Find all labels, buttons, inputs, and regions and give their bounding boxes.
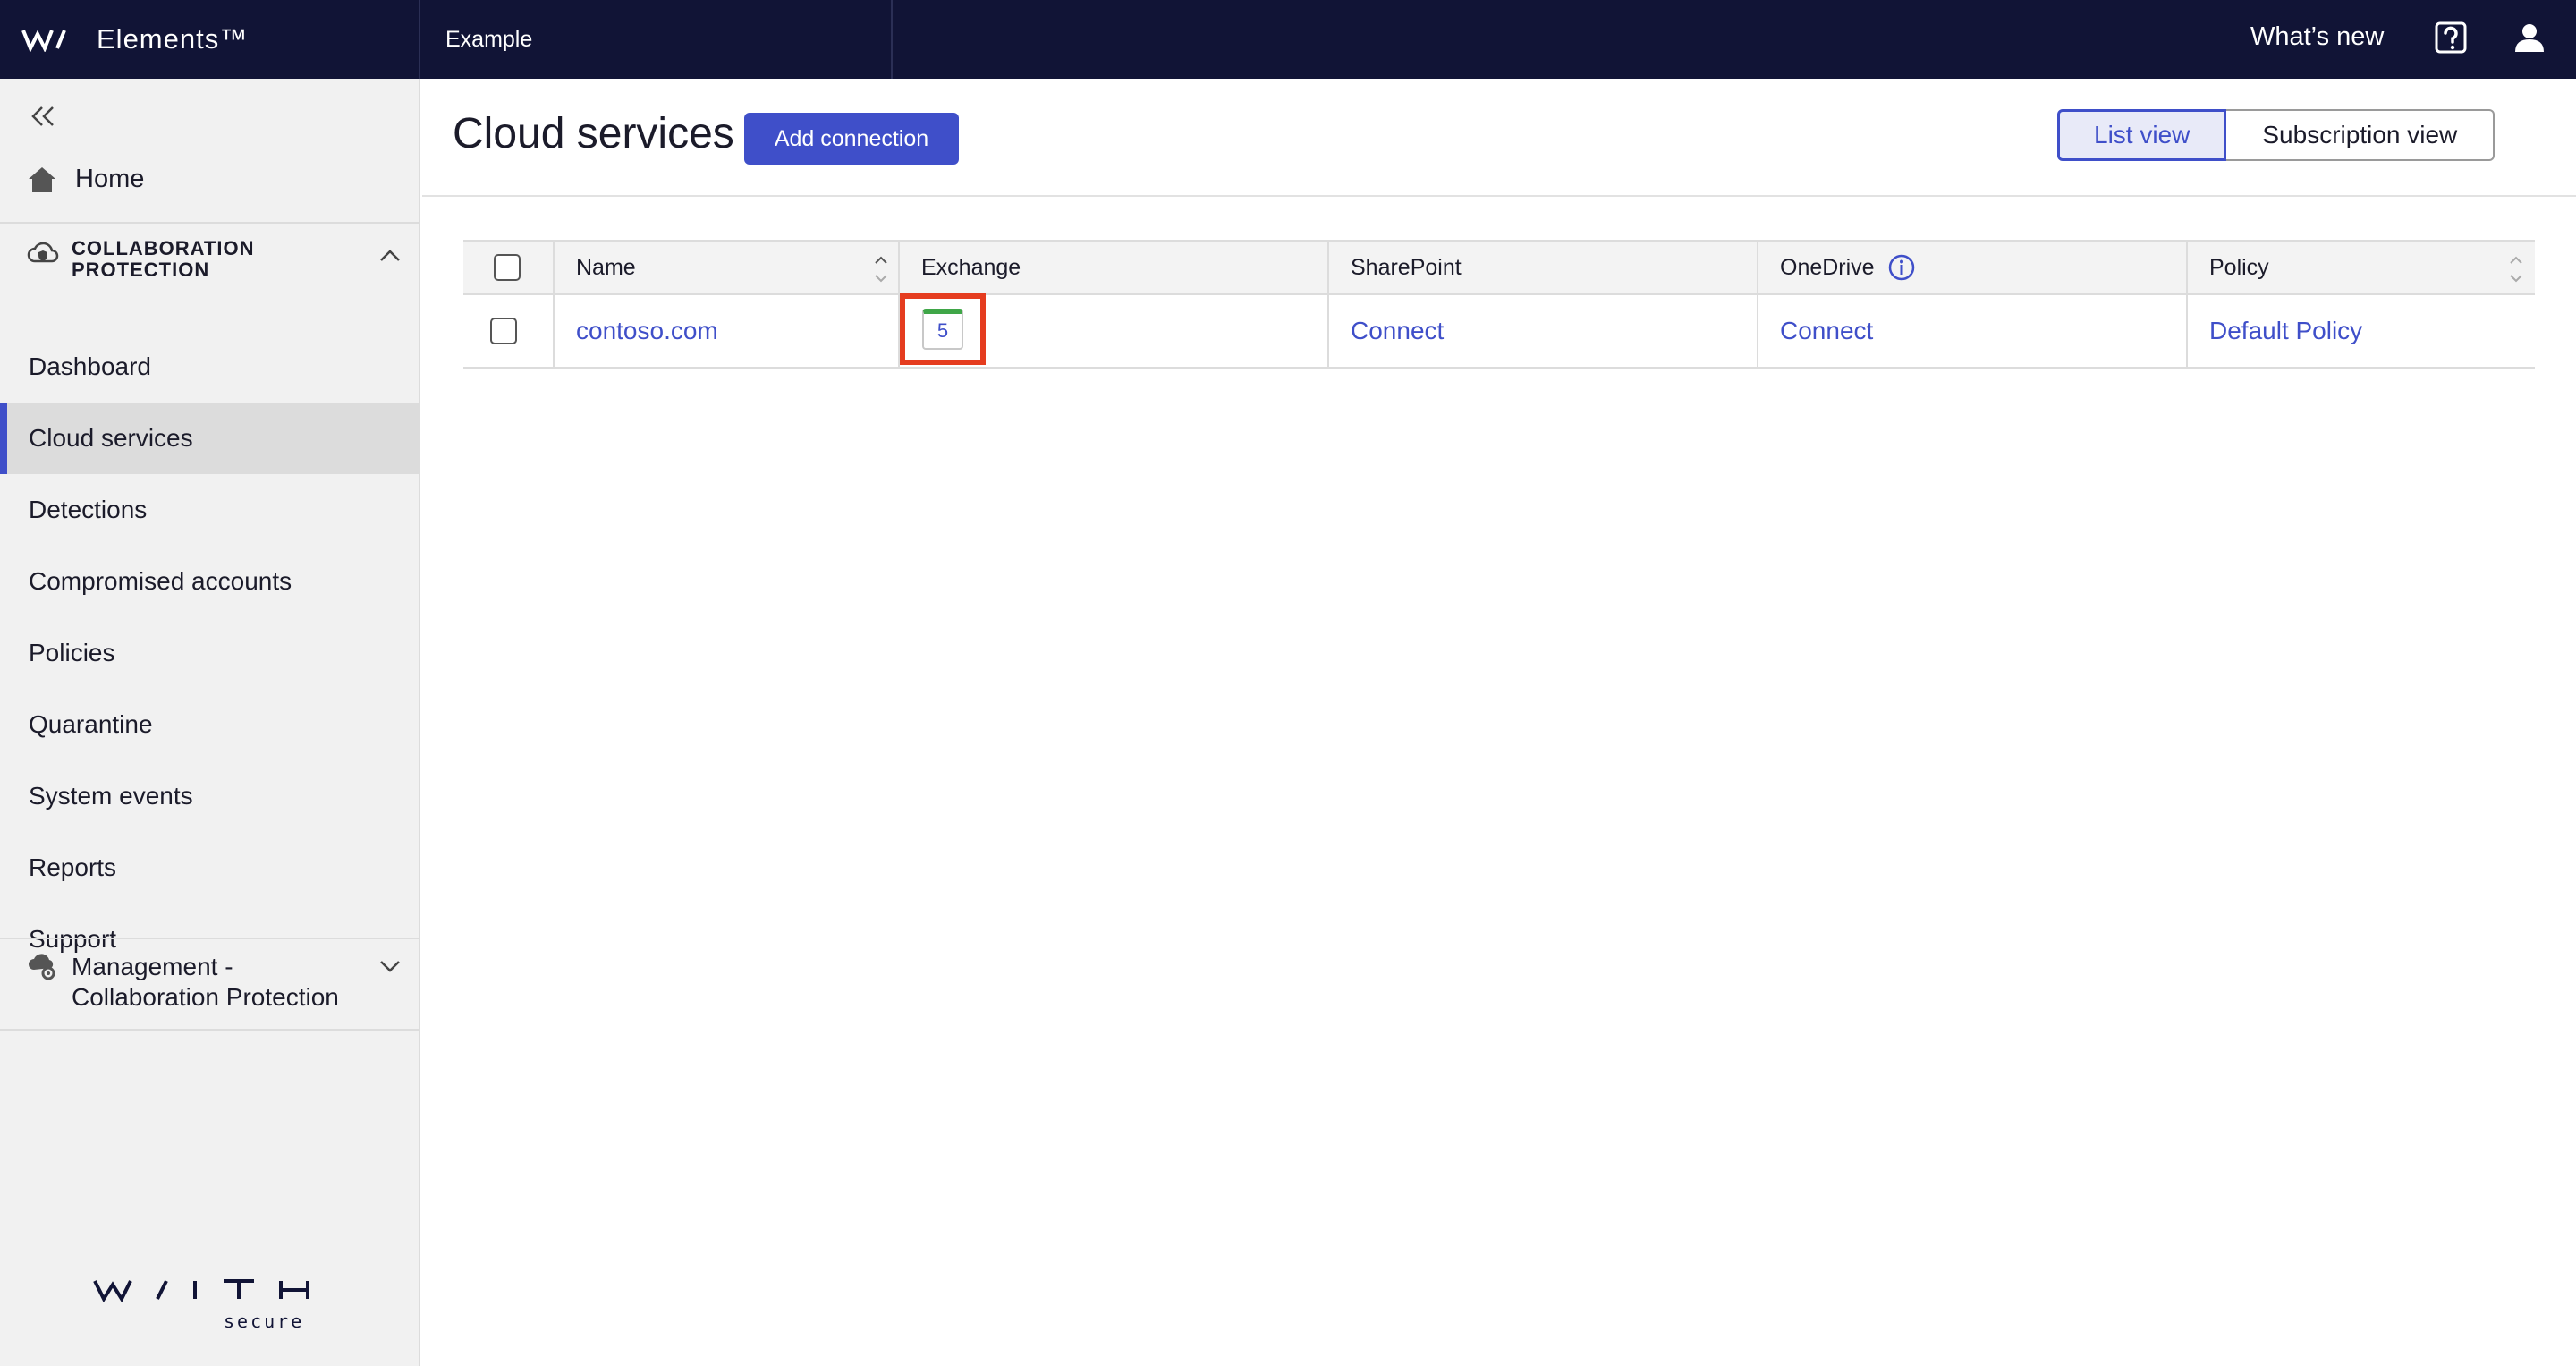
topbar-divider bbox=[891, 0, 893, 79]
sidebar-item-dashboard[interactable]: Dashboard bbox=[0, 331, 419, 403]
sidebar-item-cloud-services[interactable]: Cloud services bbox=[0, 403, 419, 474]
header-onedrive: OneDrive bbox=[1757, 242, 2188, 293]
top-bar: Elements™ Example What’s new bbox=[0, 0, 2576, 79]
chevron-up-icon[interactable] bbox=[377, 243, 402, 268]
info-icon[interactable] bbox=[1887, 253, 1916, 282]
list-view-button[interactable]: List view bbox=[2057, 109, 2227, 161]
header-policy[interactable]: Policy bbox=[2186, 242, 2535, 293]
header-select-cell bbox=[463, 242, 555, 293]
management-title: Collaboration Protection bbox=[72, 983, 339, 1011]
subscription-view-button[interactable]: Subscription view bbox=[2226, 109, 2496, 161]
onedrive-connect-link[interactable]: Connect bbox=[1780, 317, 1873, 345]
domain-link[interactable]: contoso.com bbox=[576, 317, 718, 345]
sidebar-item-home[interactable]: Home bbox=[27, 165, 144, 194]
collapse-sidebar-icon[interactable] bbox=[27, 100, 59, 132]
sidebar-divider bbox=[0, 938, 419, 939]
exchange-cell: 5 bbox=[898, 293, 1329, 367]
header-divider bbox=[422, 195, 2576, 197]
withsecure-logo: secure bbox=[93, 1279, 309, 1332]
sidebar-item-compromised-accounts[interactable]: Compromised accounts bbox=[0, 546, 419, 617]
sidebar-item-system-events[interactable]: System events bbox=[0, 760, 419, 832]
name-cell: contoso.com bbox=[553, 295, 900, 367]
column-header-label: Exchange bbox=[921, 254, 1021, 280]
brand-name: Elements™ bbox=[97, 23, 249, 55]
home-icon bbox=[29, 166, 55, 192]
exchange-highlight: 5 bbox=[900, 293, 986, 365]
policy-link[interactable]: Default Policy bbox=[2209, 317, 2362, 345]
section-title: COLLABORATION bbox=[72, 237, 255, 259]
onedrive-cell: Connect bbox=[1757, 295, 2188, 367]
sort-icon[interactable] bbox=[873, 252, 889, 286]
svg-text:secure: secure bbox=[224, 1311, 304, 1332]
tenant-name[interactable]: Example bbox=[445, 0, 532, 79]
add-connection-button[interactable]: Add connection bbox=[744, 113, 959, 165]
sort-icon[interactable] bbox=[2508, 252, 2524, 286]
sidebar-item-detections[interactable]: Detections bbox=[0, 474, 419, 546]
select-all-checkbox[interactable] bbox=[494, 254, 521, 281]
sidebar-item-reports[interactable]: Reports bbox=[0, 832, 419, 904]
row-checkbox[interactable] bbox=[490, 318, 517, 344]
column-header-label: Name bbox=[576, 254, 636, 280]
table-row: contoso.com 5 Connect Connect Default Po… bbox=[463, 293, 2535, 369]
sidebar-item-policies[interactable]: Policies bbox=[0, 617, 419, 689]
view-toggle: List view Subscription view bbox=[2057, 109, 2496, 161]
page-title: Cloud services bbox=[453, 110, 734, 157]
exchange-calendar-badge[interactable]: 5 bbox=[922, 309, 963, 350]
column-header-label: OneDrive bbox=[1780, 254, 1875, 280]
sidebar-item-quarantine[interactable]: Quarantine bbox=[0, 689, 419, 760]
header-exchange: Exchange bbox=[898, 242, 1329, 293]
chevron-down-icon[interactable] bbox=[377, 954, 402, 979]
main-content: Cloud services Add connection List view … bbox=[422, 79, 2576, 1366]
row-select-cell bbox=[463, 295, 555, 367]
header-name[interactable]: Name bbox=[553, 242, 900, 293]
sidebar-item-label: Home bbox=[75, 165, 145, 193]
section-management[interactable]: Management - Collaboration Protection bbox=[27, 952, 402, 1013]
sharepoint-connect-link[interactable]: Connect bbox=[1351, 317, 1444, 345]
brand[interactable]: Elements™ bbox=[21, 0, 248, 79]
column-header-label: SharePoint bbox=[1351, 254, 1462, 280]
whats-new-link[interactable]: What’s new bbox=[2250, 0, 2384, 73]
sidebar-divider bbox=[0, 1029, 419, 1031]
sidebar-divider bbox=[0, 222, 419, 224]
exchange-count: 5 bbox=[936, 319, 949, 342]
management-title: Management - bbox=[72, 953, 233, 980]
column-header-label: Policy bbox=[2209, 254, 2269, 280]
topbar-divider bbox=[419, 0, 420, 79]
header-sharepoint: SharePoint bbox=[1327, 242, 1758, 293]
cloud-gear-icon bbox=[29, 954, 55, 980]
help-icon[interactable] bbox=[2433, 20, 2469, 55]
user-icon[interactable] bbox=[2512, 20, 2547, 55]
sharepoint-cell: Connect bbox=[1327, 295, 1758, 367]
section-collaboration-protection[interactable]: COLLABORATION PROTECTION bbox=[27, 238, 402, 281]
cloud-shield-icon bbox=[27, 242, 59, 263]
table-header: Name Exchange SharePoint OneDrive Policy bbox=[463, 240, 2535, 295]
withsecure-mark-icon bbox=[21, 30, 66, 52]
section-title: PROTECTION bbox=[72, 259, 210, 281]
sidebar: Home COLLABORATION PROTECTION Dashboard … bbox=[0, 79, 420, 1366]
policy-cell: Default Policy bbox=[2186, 295, 2535, 367]
